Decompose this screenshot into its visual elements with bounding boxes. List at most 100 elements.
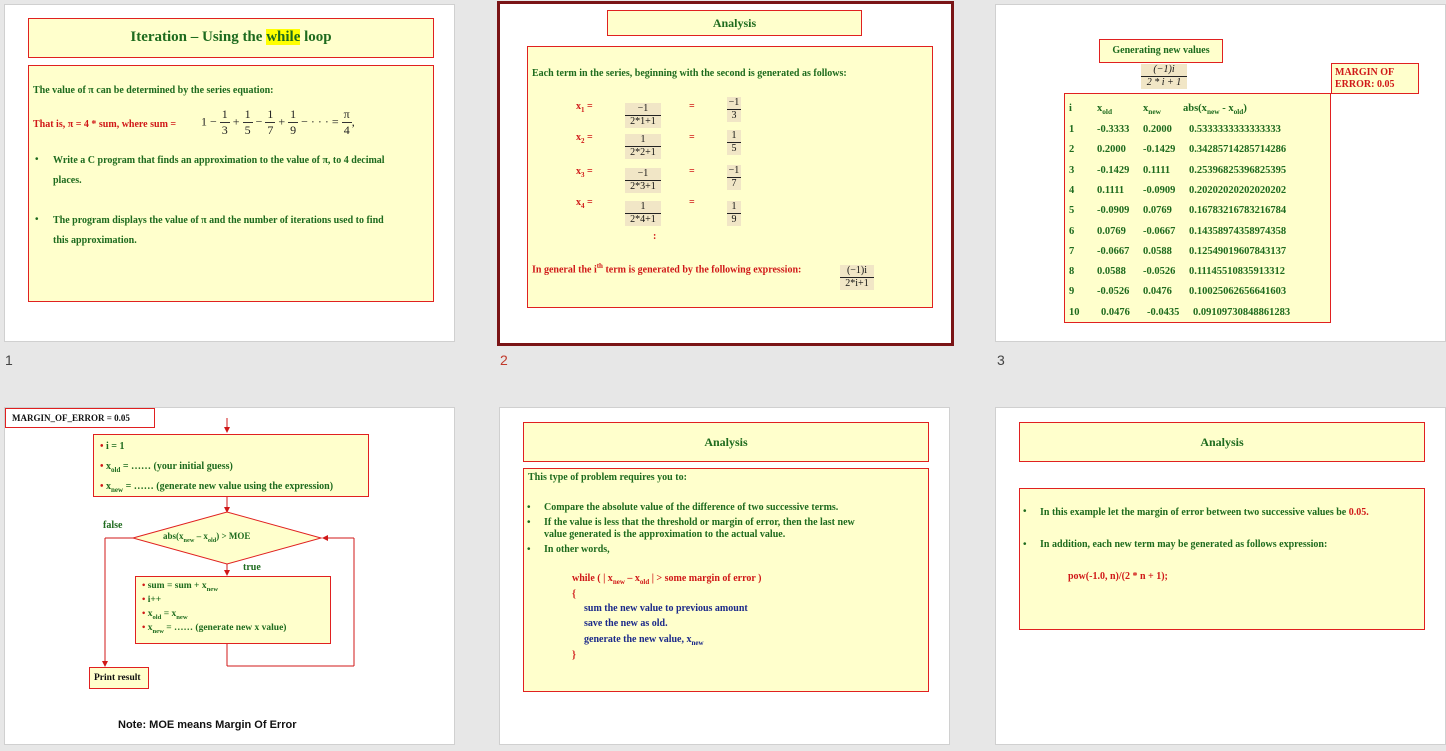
slide6-body-box: • In this example let the margin of erro… <box>1019 488 1425 630</box>
slide-thumbnail-4[interactable]: MARGIN_OF_ERROR = 0.05 • i = 1 • xold = … <box>4 407 455 745</box>
slide1-bullet1a: Write a C program that finds an approxim… <box>53 155 385 166</box>
term-x1-fraction: −1 2*1+1 <box>625 103 661 128</box>
table-header-xold: xold <box>1097 103 1113 117</box>
term-x4-result: 19 <box>727 201 741 226</box>
table-cell: 0.0476 <box>1101 306 1130 318</box>
init-line2: • xold = …… (your initial guess) <box>100 461 233 474</box>
table-cell: 0.1111 <box>1143 164 1171 176</box>
table-cell: -0.3333 <box>1097 124 1130 135</box>
term-x2-fraction: 1 2*2+1 <box>625 134 661 159</box>
slide5-b2a: If the value is less that the threshold … <box>544 517 855 528</box>
table-cell: 5 <box>1069 205 1075 217</box>
margin-line1: MARGIN OF <box>1335 67 1395 78</box>
table-cell: 1 <box>1069 124 1075 135</box>
slide6-title: Analysis <box>1200 435 1244 449</box>
slide-number-2: 2 <box>500 352 508 368</box>
term-x2-result: 15 <box>727 130 741 155</box>
code-line-save: save the new as old. <box>584 618 668 629</box>
table-cell: -0.0526 <box>1097 286 1130 298</box>
code-line-sum: sum the new value to previous amount <box>584 603 748 614</box>
table-cell: 0.10025062656641603 <box>1189 286 1287 298</box>
bullet-icon: • <box>527 544 531 555</box>
slide2-title-box: Analysis <box>607 10 862 36</box>
table-cell: -0.0667 <box>1143 225 1176 237</box>
print-result-label: Print result <box>94 673 141 683</box>
slide3-title-box: Generating new values <box>1099 39 1223 63</box>
slide1-line1: The value of π can be determined by the … <box>33 85 274 96</box>
table-cell: -0.1429 <box>1143 144 1176 156</box>
slide1-bullet2a: The program displays the value of π and … <box>53 215 384 226</box>
term-x3-result: −1 7 <box>727 165 741 190</box>
slide5-title-box: Analysis <box>523 422 929 462</box>
slide6-code: pow(-1.0, n)/(2 * n + 1); <box>1068 571 1168 582</box>
margin-line2: ERROR: 0.05 <box>1335 79 1395 90</box>
table-cell: 0.11145510835913312 <box>1189 266 1285 278</box>
bullet-icon: • <box>527 517 531 528</box>
continuation-dots: : <box>653 231 657 242</box>
table-cell: 3 <box>1069 164 1075 176</box>
moe-box: MARGIN_OF_ERROR = 0.05 <box>5 408 155 428</box>
slide5-b1: Compare the absolute value of the differ… <box>544 502 839 513</box>
term-x4-eq: = <box>689 197 695 208</box>
slide1-title: Iteration – Using the while loop <box>130 29 332 45</box>
term-x4-fraction: 1 2*4+1 <box>625 201 661 226</box>
slide-thumbnail-5[interactable]: Analysis This type of problem requires y… <box>499 407 950 745</box>
table-cell: -0.0909 <box>1097 205 1130 217</box>
table-cell: 0.0476 <box>1143 286 1172 298</box>
table-cell: 0.0588 <box>1143 245 1172 257</box>
slide-number-3: 3 <box>997 352 1005 368</box>
term-x1-result: −1 3 <box>727 97 741 122</box>
table-cell: 0.16783216783216784 <box>1189 205 1287 217</box>
table-cell: 6 <box>1069 225 1075 237</box>
slide2-body-box: Each term in the series, beginning with … <box>527 46 933 308</box>
table-cell: -0.1429 <box>1097 164 1130 176</box>
slide5-b2b: value generated is the approximation to … <box>544 529 786 540</box>
slide-thumbnail-1[interactable]: Iteration – Using the while loop The val… <box>4 4 455 342</box>
table-cell: 8 <box>1069 266 1075 278</box>
table-cell: 7 <box>1069 245 1075 257</box>
table-cell: 2 <box>1069 144 1075 156</box>
table-cell: 0.25396825396825395 <box>1189 164 1287 176</box>
table-cell: 0.09109730848861283 <box>1193 306 1291 318</box>
code-close-brace: } <box>572 650 576 661</box>
true-label: true <box>243 562 261 573</box>
print-result-box: Print result <box>89 667 149 689</box>
slide-thumbnail-3[interactable]: Generating new values (−1)i 2 * i + 1 MAR… <box>995 4 1446 342</box>
body-line2: • i++ <box>142 595 162 605</box>
code-open-brace: { <box>572 589 576 600</box>
slide5-title: Analysis <box>704 435 748 449</box>
bullet-icon: • <box>1023 506 1027 517</box>
term-x2-label: x2 = <box>576 132 593 145</box>
table-cell: 0.14358974358974358 <box>1189 225 1287 237</box>
table-header-i: i <box>1069 103 1072 114</box>
table-cell: 9 <box>1069 286 1075 298</box>
bullet-icon: • <box>1023 539 1027 550</box>
body-line4: • xnew = …… (generate new x value) <box>142 623 287 635</box>
slide1-bullet2b: this approximation. <box>53 235 137 246</box>
series-formula: 1 − 13 + 15 − 17 + 19 − · · · = π4, <box>201 107 355 137</box>
table-cell: 0.2000 <box>1143 124 1172 135</box>
table-cell: -0.0909 <box>1143 184 1176 196</box>
term-x3-fraction: −1 2*3+1 <box>625 168 661 193</box>
term-x2-eq: = <box>689 132 695 143</box>
table-header-xnew: xnew <box>1143 103 1161 117</box>
table-cell: 0.5333333333333333 <box>1189 124 1281 135</box>
term-x1-eq: = <box>689 101 695 112</box>
slide1-bullet1b: places. <box>53 175 82 186</box>
moe-label: MARGIN_OF_ERROR = 0.05 <box>12 413 130 423</box>
slide-thumbnail-2[interactable]: Analysis Each term in the series, beginn… <box>497 1 954 346</box>
slide-number-1: 1 <box>5 352 13 368</box>
init-line3: • xnew = …… (generate new value using th… <box>100 481 334 494</box>
general-term-fraction: (−1)i 2*i+1 <box>840 265 874 290</box>
iteration-table: i xold xnew abs(xnew - xold) 1 -0.3333 0.2… <box>1064 93 1331 323</box>
term-x3-eq: = <box>689 166 695 177</box>
table-cell: -0.0667 <box>1097 245 1130 257</box>
slide2-intro: Each term in the series, beginning with … <box>532 68 847 79</box>
table-cell: 0.0588 <box>1097 266 1126 278</box>
term-x4-label: x4 = <box>576 197 593 210</box>
condition-text: abs(xnew – xold) > MOE <box>163 531 251 544</box>
table-cell: 0.34285714285714286 <box>1189 144 1287 156</box>
false-label: false <box>103 520 123 531</box>
slide6-b1: In this example let the margin of error … <box>1040 507 1369 518</box>
slide-thumbnail-6[interactable]: Analysis • In this example let the margi… <box>995 407 1446 745</box>
